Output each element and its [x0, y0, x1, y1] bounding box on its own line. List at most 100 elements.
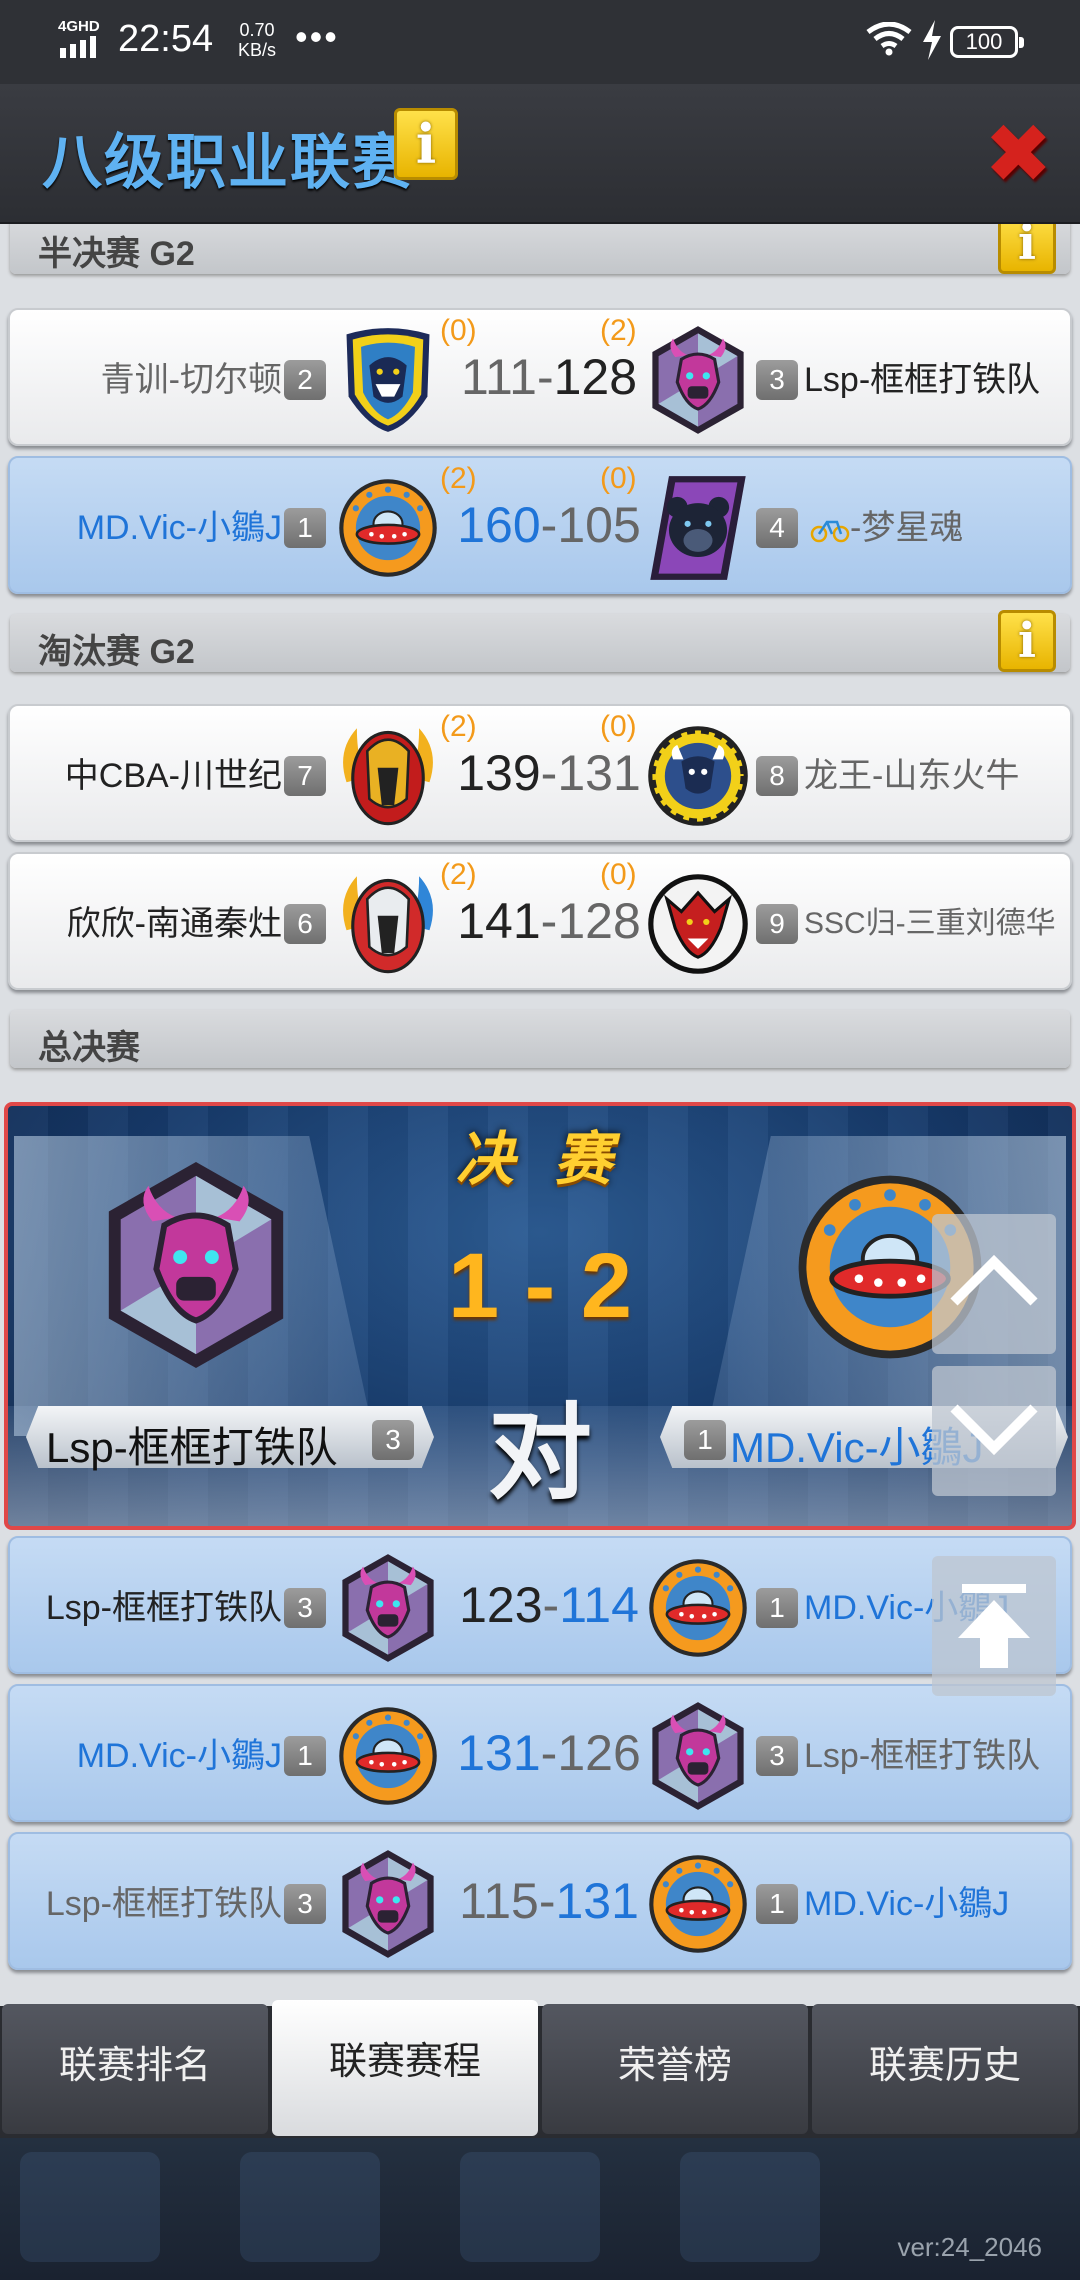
- score-dash: -: [540, 745, 558, 801]
- match-row[interactable]: 中CBA-川世纪 7 (2) 139-131 (0) 8 龙王-山东火牛: [8, 704, 1072, 842]
- away-score: 114: [559, 1577, 639, 1633]
- home-series-wins: (2): [440, 462, 477, 495]
- away-seed-badge: 3: [756, 1736, 798, 1776]
- home-team-name: 欣欣-南通秦灶: [66, 905, 282, 943]
- match-score: 141-128: [454, 892, 644, 950]
- match-row[interactable]: Lsp-框框打铁队 3 123-114 1 MD.Vic-小鶵J: [8, 1536, 1072, 1674]
- away-score: 131: [555, 1873, 639, 1929]
- section-title: 半决赛 G2: [38, 235, 195, 273]
- away-series-wins: (2): [600, 314, 637, 347]
- tab-league-schedule[interactable]: 联赛赛程: [272, 2000, 538, 2136]
- background-menu-icon: [680, 2152, 820, 2262]
- away-team-name: Lsp-框框打铁队: [804, 361, 1041, 399]
- home-team-name: 中CBA-川世纪: [64, 757, 282, 795]
- tab-honor-roll[interactable]: 荣誉榜: [542, 2004, 808, 2134]
- scroll-down-button[interactable]: [932, 1366, 1056, 1496]
- home-team-name: MD.Vic-小鶵J: [76, 1737, 282, 1775]
- home-seed-badge: 1: [284, 508, 326, 548]
- shark-logo-icon: [336, 324, 440, 436]
- status-bar: 4GHD 22:54 0.70 KB/s ••• 100: [0, 0, 1080, 84]
- away-team-name: -梦星魂: [850, 509, 964, 547]
- match-row[interactable]: Lsp-框框打铁队 3 115-131 1 MD.Vic-小鶵J: [8, 1832, 1072, 1970]
- match-row[interactable]: 欣欣-南通秦灶 6 (2) 141-128 (0) 9 SSC归-三重刘德华: [8, 852, 1072, 990]
- home-team-name: Lsp-框框打铁队: [45, 1589, 282, 1627]
- match-score: 160-105: [454, 496, 644, 554]
- away-seed-badge: 1: [756, 1884, 798, 1924]
- charging-icon: [923, 20, 941, 60]
- final-series-score: 1 - 2: [447, 1235, 633, 1337]
- ufo-logo-icon: [336, 472, 440, 584]
- wifi-icon: [866, 22, 912, 56]
- tab-league-history[interactable]: 联赛历史: [812, 2004, 1078, 2134]
- elimination-info-button[interactable]: i: [998, 610, 1056, 672]
- home-score: 139: [457, 745, 541, 801]
- background-menu-icon: [20, 2152, 160, 2262]
- scroll-up-button[interactable]: [932, 1214, 1056, 1354]
- bull-gear-logo-icon: [646, 720, 750, 832]
- home-team-name: Lsp-框框打铁队: [45, 1885, 282, 1923]
- schedule-list[interactable]: 半决赛 G2 i 青训-切尔顿 2 (0) 111-128 (2) 3 Lsp-…: [0, 224, 1080, 2006]
- away-team-name: MD.Vic-小鶵J: [804, 1885, 1010, 1923]
- away-team-name-wrap: -梦星魂: [810, 500, 963, 549]
- background-footer: ver:24_2046: [0, 2138, 1080, 2280]
- section-title: 总决赛: [38, 1029, 140, 1067]
- home-seed-badge: 2: [284, 360, 326, 400]
- match-row[interactable]: 青训-切尔顿 2 (0) 111-128 (2) 3 Lsp-框框打铁队: [8, 308, 1072, 446]
- match-score: 123-114: [454, 1576, 644, 1634]
- arrow-to-top-icon: [958, 1584, 1030, 1668]
- bull-logo-icon: [646, 1700, 750, 1812]
- match-score: 139-131: [454, 744, 644, 802]
- home-seed-badge: 7: [284, 756, 326, 796]
- away-seed-badge: 8: [756, 756, 798, 796]
- score-dash: -: [540, 497, 558, 553]
- network-speed: 0.70 KB/s: [238, 20, 276, 60]
- match-row[interactable]: MD.Vic-小鶵J 1 131-126 3 Lsp-框框打铁队: [8, 1684, 1072, 1822]
- chevron-up-icon: [950, 1254, 1038, 1306]
- match-row[interactable]: MD.Vic-小鶵J 1 (2) 160-105 (0) 4 -梦星魂: [8, 456, 1072, 594]
- signal-icon: [60, 36, 96, 58]
- ufo-logo-icon: [646, 1552, 750, 1664]
- close-button[interactable]: ✖: [984, 114, 1053, 196]
- chevron-down-icon: [950, 1404, 1038, 1456]
- bull-logo-icon: [336, 1552, 440, 1664]
- bull-logo-icon: [336, 1848, 440, 1960]
- battery-icon: 100: [950, 26, 1024, 58]
- away-team-name: SSC归-三重刘德华: [804, 907, 1056, 940]
- away-seed-badge: 4: [756, 508, 798, 548]
- home-team-name: MD.Vic-小鶵J: [76, 509, 282, 547]
- network-indicator: 4GHD: [58, 18, 100, 35]
- home-score: 111: [460, 349, 537, 405]
- app-header: 八级职业联赛 i ✖: [0, 84, 1080, 224]
- away-seed-badge: 3: [756, 360, 798, 400]
- away-score: 105: [557, 497, 641, 553]
- home-seed-badge: 3: [284, 1588, 326, 1628]
- more-icon: •••: [295, 16, 339, 57]
- bottom-tab-bar: 联赛排名 联赛赛程 荣誉榜 联赛历史: [0, 2000, 1080, 2138]
- bicycle-icon: [810, 520, 850, 543]
- away-seed-badge: 9: [756, 904, 798, 944]
- home-score: 115: [459, 1873, 539, 1929]
- dragon-logo-icon: [646, 868, 750, 980]
- info-button[interactable]: i: [394, 108, 458, 180]
- section-header-elimination: 淘汰赛 G2 i: [10, 610, 1070, 672]
- away-score: 126: [557, 1725, 641, 1781]
- away-series-wins: (0): [600, 710, 637, 743]
- match-score: 111-128: [454, 348, 644, 406]
- home-seed-badge: 6: [284, 904, 326, 944]
- speed-value: 0.70: [239, 20, 275, 40]
- background-menu-icon: [240, 2152, 380, 2262]
- home-seed-badge: 3: [284, 1884, 326, 1924]
- scroll-to-top-button[interactable]: [932, 1556, 1056, 1696]
- score-dash: -: [542, 1577, 560, 1633]
- tab-league-ranking[interactable]: 联赛排名: [2, 2004, 268, 2134]
- away-team-name: Lsp-框框打铁队: [804, 1737, 1041, 1775]
- away-series-wins: (0): [600, 858, 637, 891]
- score-dash: -: [540, 893, 558, 949]
- semifinal-info-button[interactable]: i: [998, 224, 1056, 274]
- home-series-wins: (2): [440, 710, 477, 743]
- home-score: 131: [457, 1725, 541, 1781]
- section-header-semifinal: 半决赛 G2 i: [10, 224, 1070, 274]
- score-dash: -: [540, 1725, 558, 1781]
- final-banner[interactable]: 决 赛 1 - 2 Lsp-框框打铁队 3 1 MD.Vic-小鶵J 对: [4, 1102, 1076, 1530]
- page-title: 八级职业联赛: [42, 129, 414, 196]
